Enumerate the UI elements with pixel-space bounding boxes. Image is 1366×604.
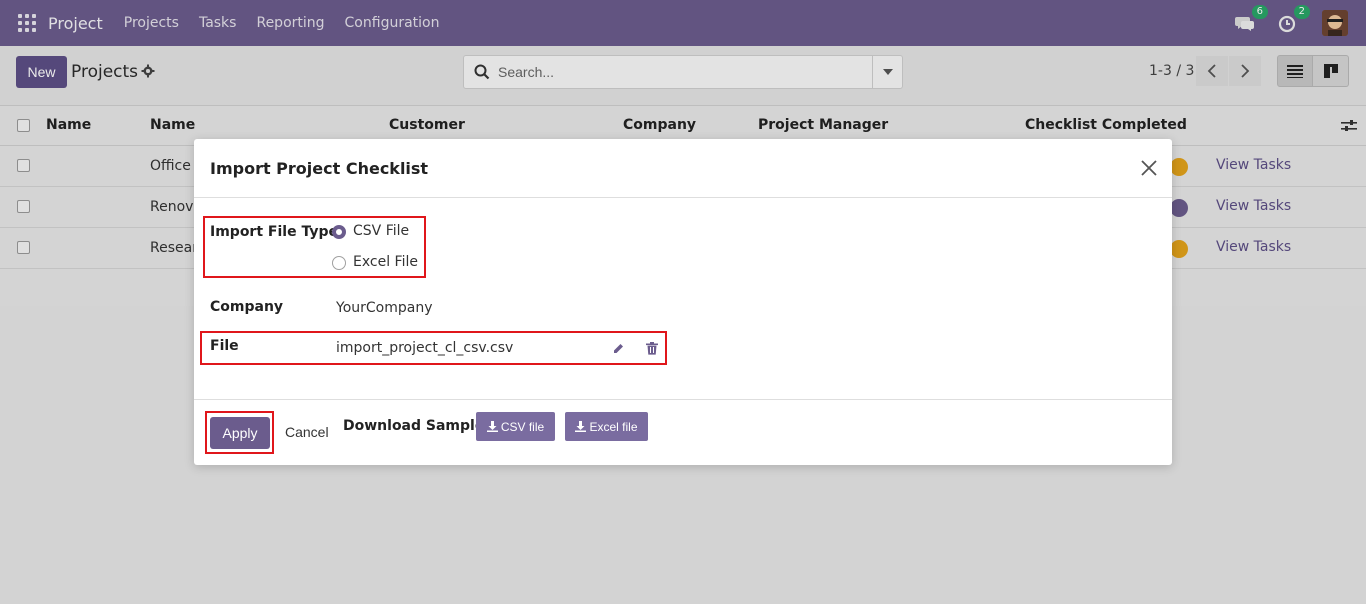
csv-file-radio[interactable] <box>332 225 346 239</box>
excel-file-option-label[interactable]: Excel File <box>353 254 418 270</box>
csv-sample-button[interactable]: CSV file <box>476 412 555 441</box>
company-label: Company <box>210 299 284 315</box>
download-icon <box>486 421 498 432</box>
pencil-icon[interactable] <box>612 342 625 355</box>
company-value: YourCompany <box>336 300 433 316</box>
csv-sample-label: CSV file <box>500 419 545 434</box>
file-label: File <box>210 338 239 354</box>
dialog-header: Import Project Checklist <box>194 139 1172 198</box>
excel-file-radio[interactable] <box>332 256 346 270</box>
import-checklist-dialog: Import Project Checklist Import File Typ… <box>194 139 1172 465</box>
close-icon[interactable] <box>1140 159 1158 177</box>
excel-sample-label: Excel file <box>589 419 638 434</box>
import-type-label: Import File Type <box>210 224 338 240</box>
download-icon <box>575 421 587 432</box>
csv-file-option-label[interactable]: CSV File <box>353 223 409 239</box>
file-value: import_project_cl_csv.csv <box>336 340 514 356</box>
download-sample-label: Download Sample: <box>343 418 490 434</box>
apply-button[interactable]: Apply <box>210 417 270 449</box>
dialog-title: Import Project Checklist <box>210 159 429 178</box>
cancel-button[interactable]: Cancel <box>285 424 329 440</box>
trash-icon[interactable] <box>646 342 658 355</box>
excel-sample-button[interactable]: Excel file <box>565 412 648 441</box>
dialog-footer: Apply Cancel Download Sample: CSV file E… <box>194 399 1172 465</box>
